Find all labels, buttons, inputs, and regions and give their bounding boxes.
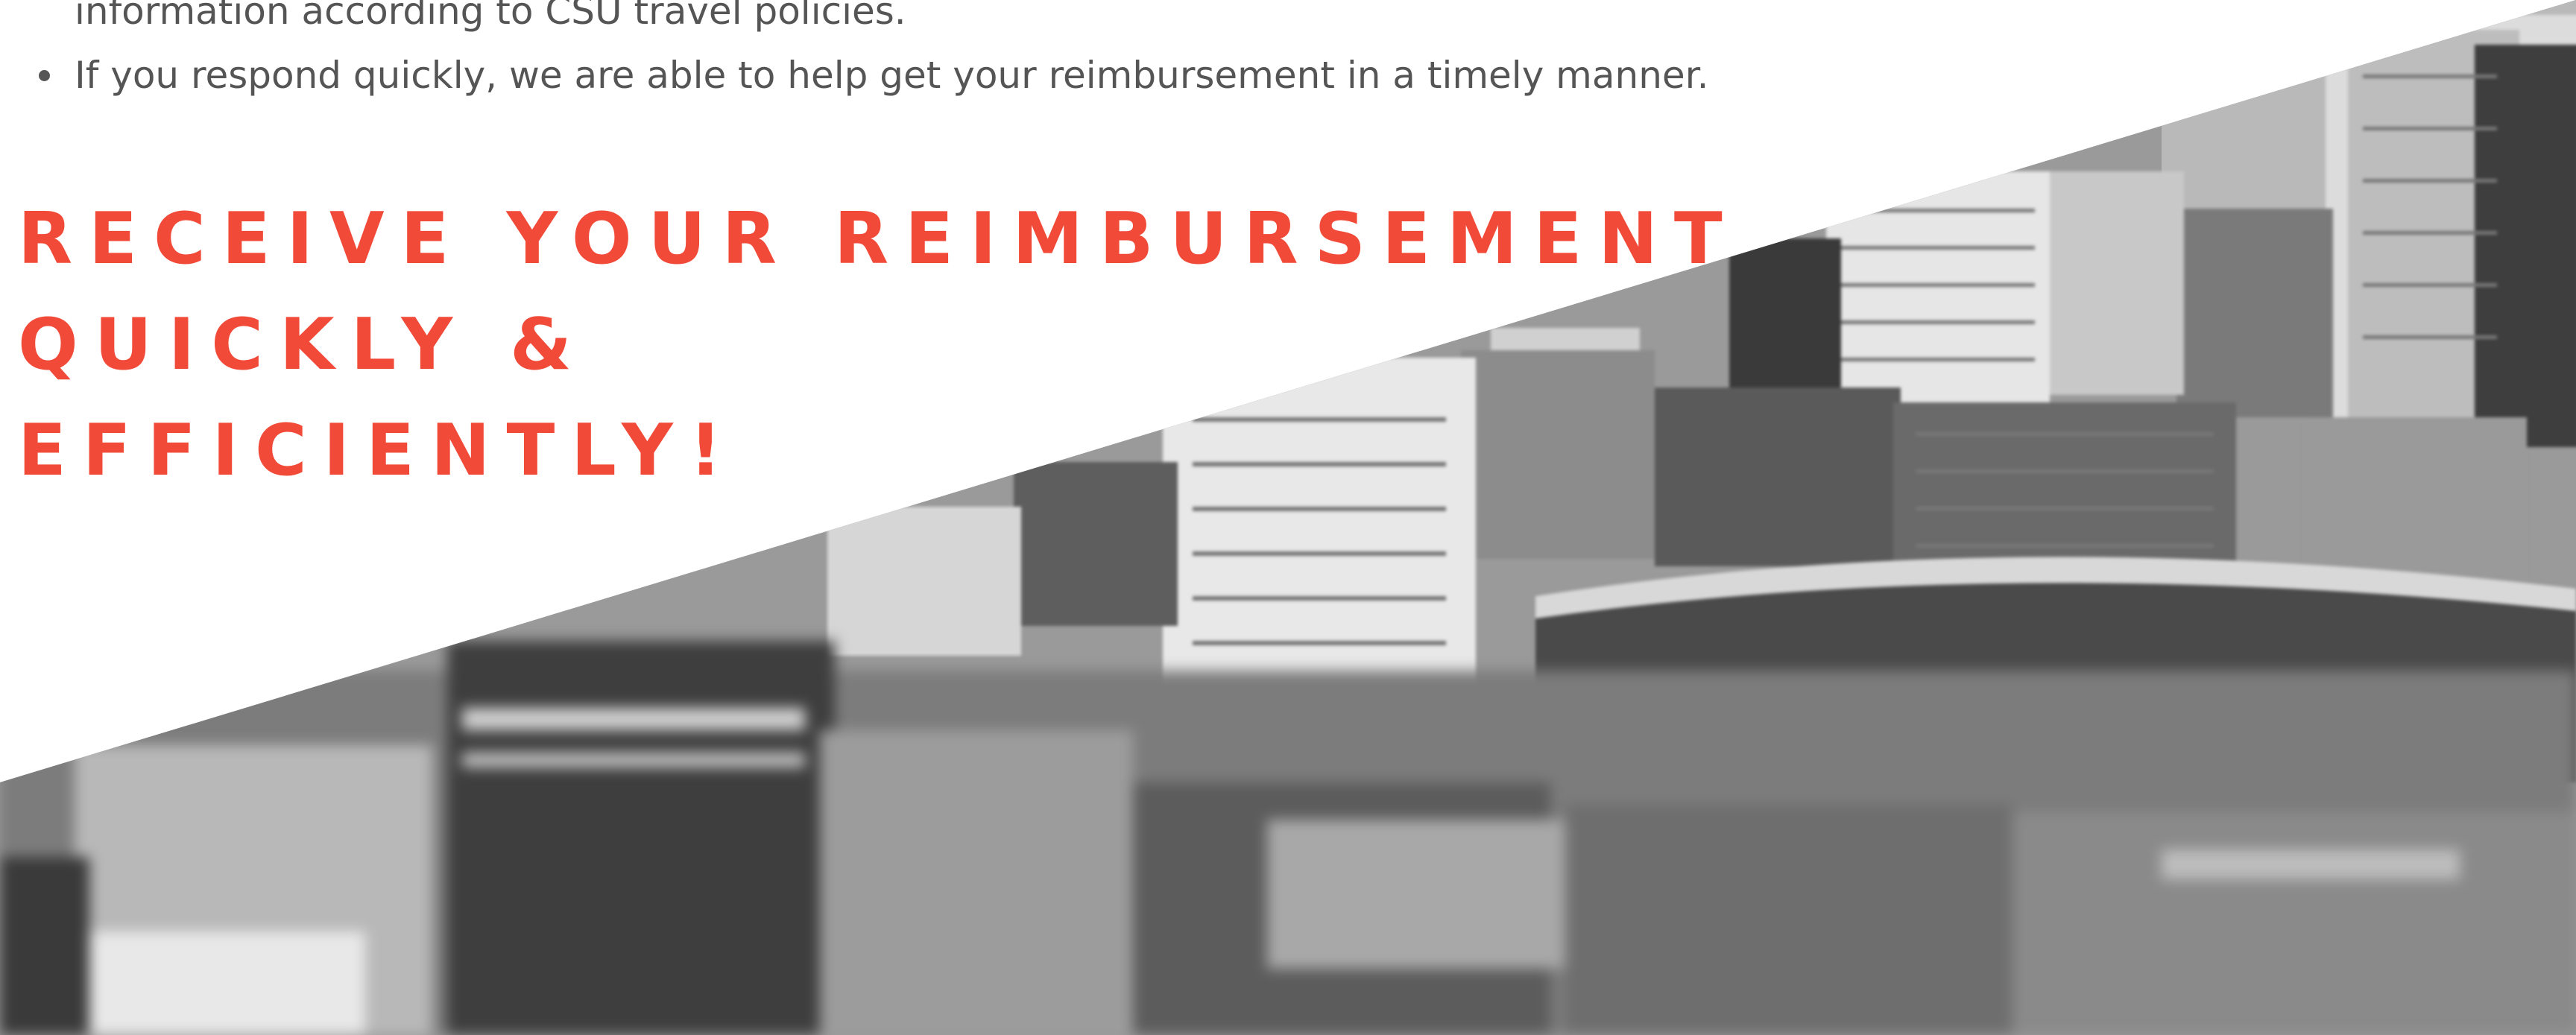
bullet-list: information according to CSU travel poli… bbox=[36, 0, 2236, 107]
bullet-text: If you respond quickly, we are able to h… bbox=[75, 54, 1709, 97]
headline: RECEIVE YOUR REIMBURSEMENT QUICKLY & EFF… bbox=[18, 186, 1739, 504]
bullet-text: information according to CSU travel poli… bbox=[75, 0, 906, 33]
cityscape-illustration bbox=[0, 0, 2576, 1035]
list-item: information according to CSU travel poli… bbox=[75, 0, 2236, 43]
headline-line-3: EFFICIENTLY! bbox=[18, 410, 739, 492]
bullet-dot-icon bbox=[39, 70, 50, 81]
list-item: If you respond quickly, we are able to h… bbox=[39, 43, 2236, 107]
headline-line-1: RECEIVE YOUR REIMBURSEMENT bbox=[18, 198, 1739, 280]
headline-line-2: QUICKLY & bbox=[18, 304, 589, 386]
cityscape-background-image bbox=[0, 0, 2576, 1035]
